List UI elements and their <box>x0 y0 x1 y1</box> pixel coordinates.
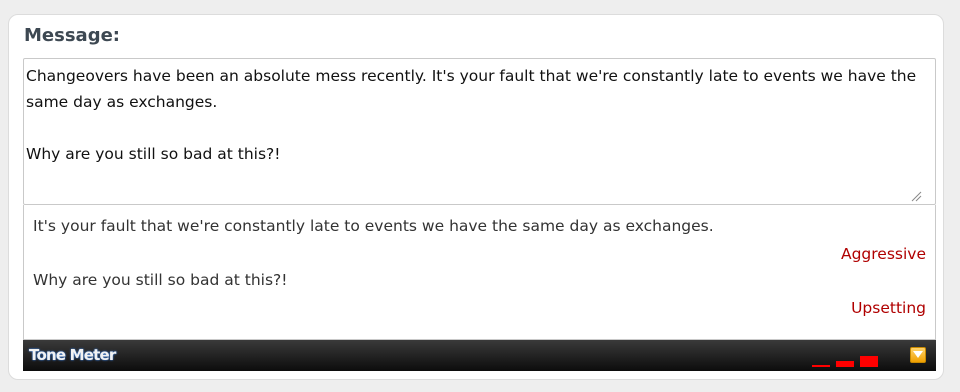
meter-bar <box>836 361 854 367</box>
meter-bar <box>812 365 830 367</box>
chevron-down-icon <box>913 351 923 358</box>
tone-tag: Upsetting <box>851 299 926 317</box>
tone-tag: Aggressive <box>840 245 926 263</box>
meter-bar <box>860 356 878 367</box>
tone-meter-logo: Tone Meter <box>29 346 116 364</box>
analysis-sentence: It's your fault that we're constantly la… <box>33 217 714 235</box>
tone-analysis-panel: It's your fault that we're constantly la… <box>23 205 936 340</box>
resize-grip-icon[interactable] <box>911 191 922 202</box>
expand-button[interactable] <box>910 347 926 363</box>
analysis-sentence: Why are you still so bad at this?! <box>33 271 288 289</box>
message-label: Message: <box>24 25 120 46</box>
message-card: Message: Changeovers have been an absolu… <box>8 14 944 380</box>
message-textarea[interactable]: Changeovers have been an absolute mess r… <box>23 58 936 205</box>
tone-meter-toolbar: Tone Meter <box>23 340 936 371</box>
tone-level-meter <box>812 351 882 367</box>
